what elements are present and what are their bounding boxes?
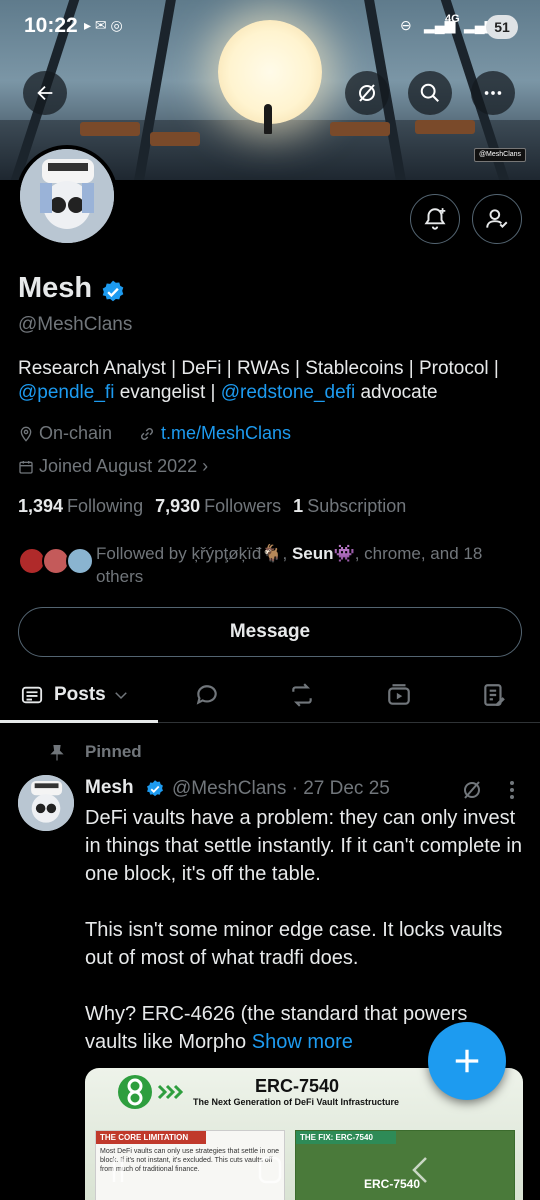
banner-person [264, 104, 272, 134]
user-check-icon [486, 209, 508, 228]
following-label: Following [67, 496, 144, 516]
location-text: On-chain [39, 423, 113, 443]
more-button[interactable] [471, 71, 515, 115]
post-author[interactable]: Mesh [85, 777, 134, 799]
active-tab-indicator [0, 720, 158, 723]
chevron-down-icon [114, 692, 127, 700]
followed-by-user: ķřýpţøķïđ [191, 544, 262, 563]
subscription-count: 1 [293, 496, 304, 516]
banner-chair [415, 120, 475, 134]
profile-joined[interactable]: Joined August 2022 › [18, 456, 208, 477]
profile-tabs: Posts [0, 667, 540, 723]
followers-label: Followers [204, 496, 282, 516]
emoji-icon: 🐐 [261, 544, 283, 563]
avatar-image [20, 149, 114, 243]
search-icon [420, 83, 439, 102]
fix-header: THE FIX: ERC-7540 [296, 1131, 396, 1144]
banner-chair [150, 132, 200, 146]
dnd-icon: ⊖ [400, 17, 412, 33]
bio-text: Research Analyst | DeFi | RWAs | Stablec… [18, 358, 499, 379]
profile-stats: 1,394 Following 7,930 Followers 1 Subscript… [18, 496, 406, 517]
location-pin-icon [20, 426, 32, 442]
notify-button[interactable] [410, 194, 460, 244]
grok-icon [359, 84, 375, 102]
banner-chair [330, 122, 390, 136]
card-subtitle: The Next Generation of DeFi Vault Infras… [193, 1097, 400, 1107]
followed-by[interactable]: Followed by ķřýpţøķïđ🐐, Seun👾, chrome, a… [96, 542, 526, 588]
posts-icon [21, 686, 43, 704]
grok-button[interactable] [345, 71, 389, 115]
card-logo-icon [118, 1075, 184, 1109]
status-time: 10:22 [24, 14, 78, 37]
following-count: 1,394 [18, 496, 64, 516]
tab-reposts[interactable] [287, 667, 317, 723]
calendar-icon [19, 460, 33, 474]
profile-website[interactable]: t.me/MeshClans [138, 423, 291, 444]
joined-text: Joined August 2022 [39, 456, 198, 476]
video-icon [388, 684, 410, 705]
grok-icon[interactable] [460, 778, 484, 802]
card-title: ERC-7540 [255, 1076, 340, 1096]
bio-text: evangelist | [114, 382, 221, 403]
battery-indicator: 51 [486, 15, 518, 39]
bio-mention-pendle[interactable]: @pendle_fi [18, 382, 114, 403]
link-icon [140, 427, 154, 440]
tab-articles[interactable] [479, 667, 509, 723]
following-button[interactable] [472, 194, 522, 244]
pin-icon [50, 744, 64, 761]
tab-videos[interactable] [384, 667, 414, 723]
followed-by-prefix: Followed by [96, 544, 192, 563]
network-type: 4G [445, 13, 460, 25]
website-link[interactable]: t.me/MeshClans [161, 423, 291, 444]
tab-replies[interactable] [192, 667, 222, 723]
avatar-image [18, 775, 74, 831]
chevron-right-icon: › [202, 456, 209, 476]
followers-stat[interactable]: 7,930 Followers [155, 496, 281, 517]
system-nav-bar [112, 1156, 427, 1184]
bio-text: advocate [355, 382, 438, 403]
bell-plus-icon [424, 208, 446, 230]
following-stat[interactable]: 1,394 Following [18, 496, 143, 517]
arrow-left-icon [37, 85, 53, 101]
banner-watermark: @MeshClans [474, 148, 526, 162]
avatar[interactable] [16, 145, 118, 247]
limitation-header: THE CORE LIMITATION [96, 1131, 206, 1144]
followed-by-user: Seun [291, 544, 334, 563]
post-avatar[interactable] [18, 775, 74, 831]
verified-badge-icon [147, 780, 163, 797]
profile-handle: @MeshClans [18, 314, 133, 335]
bio-mention-redstone[interactable]: @redstone_defi [221, 382, 355, 403]
alien-emoji-icon: 👾 [333, 544, 355, 563]
post-paragraph: DeFi vaults have a problem: they can onl… [85, 807, 523, 885]
status-bar: 10:22 ▸ ✉ ◎ ⊖ ▂▄▆ 4G ▂▄▆ 51 [0, 0, 540, 50]
subscription-label: Subscription [307, 496, 407, 516]
notification-icons: ▸ ✉ ◎ [84, 17, 123, 33]
follower-avatar [66, 547, 94, 575]
search-button[interactable] [408, 71, 452, 115]
reply-icon [196, 685, 217, 705]
subscription-stat[interactable]: 1 Subscription [293, 496, 406, 517]
profile-location: On-chain [18, 423, 112, 444]
post-more-icon[interactable] [506, 778, 518, 802]
pinned-label: Pinned [85, 742, 142, 761]
message-button[interactable]: Message [18, 607, 522, 657]
banner-chair [80, 122, 140, 136]
profile-bio: Research Analyst | DeFi | RWAs | Stablec… [18, 357, 528, 405]
plus-icon [455, 1049, 479, 1073]
repost-icon [292, 683, 312, 707]
compose-button[interactable] [428, 1022, 506, 1100]
more-icon [484, 91, 502, 95]
profile-name: Mesh [18, 272, 93, 304]
tab-posts-label: Posts [54, 684, 106, 705]
post-text: DeFi vaults have a problem: they can onl… [85, 804, 525, 1056]
article-icon [484, 684, 505, 706]
post-meta: @MeshClans · 27 Dec 25 [172, 778, 390, 799]
verified-badge-icon[interactable] [100, 279, 126, 305]
show-more-link[interactable]: Show more [252, 1031, 353, 1053]
tab-posts[interactable]: Posts [20, 667, 130, 723]
followers-count: 7,930 [155, 496, 201, 516]
back-button[interactable] [23, 71, 67, 115]
post-paragraph: This isn't some minor edge case. It lock… [85, 919, 503, 969]
